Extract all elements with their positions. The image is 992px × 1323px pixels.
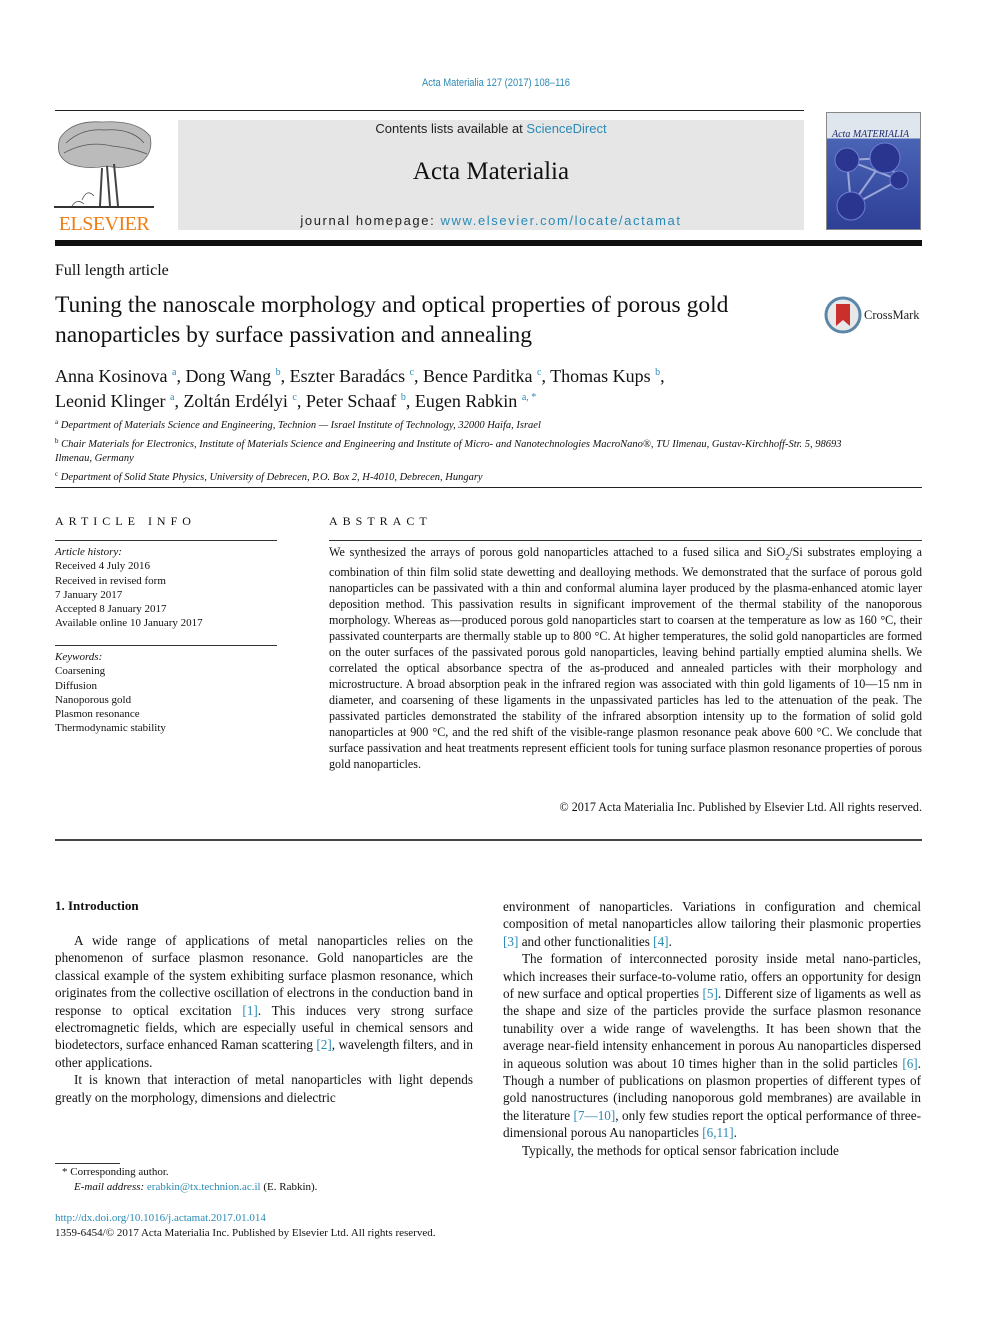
affiliations: a Department of Materials Science and En…	[55, 415, 875, 485]
history-item: Accepted 8 January 2017	[55, 603, 167, 616]
abstract-copyright: © 2017 Acta Materialia Inc. Published by…	[559, 800, 922, 814]
author[interactable]: Eugen Rabkin a, *	[415, 391, 536, 411]
elsevier-tree-icon	[54, 121, 154, 208]
journal-banner: Contents lists available at ScienceDirec…	[178, 120, 804, 230]
divider	[55, 839, 922, 841]
citation-link[interactable]: [1]	[242, 1003, 257, 1018]
author[interactable]: Thomas Kups b	[550, 366, 660, 386]
affiliation-b: b Chair Materials for Electronics, Insti…	[55, 436, 842, 465]
author[interactable]: Anna Kosinova a	[55, 366, 176, 386]
affiliation-a: a Department of Materials Science and En…	[55, 418, 541, 431]
footnote-rule	[55, 1163, 120, 1164]
keywords-label: Keywords:	[55, 651, 103, 663]
history-item: Available online 10 January 2017	[55, 617, 203, 630]
elsevier-wordmark: ELSEVIER	[58, 213, 150, 235]
citation-link[interactable]: [5]	[703, 986, 718, 1001]
history-item: Received 4 July 2016	[55, 560, 151, 573]
citation-link[interactable]: [7—10]	[574, 1108, 616, 1123]
keyword: Plasmon resonance	[55, 708, 140, 721]
body-column-left: A wide range of applications of metal na…	[55, 932, 473, 1106]
author[interactable]: Leonid Klinger a	[55, 391, 174, 411]
history-item: Received in revised form	[55, 574, 166, 587]
divider	[55, 487, 922, 488]
journal-reference-link[interactable]: Acta Materialia 127 (2017) 108–116	[74, 77, 917, 89]
keyword: Thermodynamic stability	[55, 722, 166, 735]
keyword: Coarsening	[55, 665, 106, 678]
citation-link[interactable]: [6]	[902, 1056, 917, 1071]
doi-block: http://dx.doi.org/10.1016/j.actamat.2017…	[55, 1211, 525, 1241]
citation-link[interactable]: [6,11]	[702, 1125, 733, 1140]
abstract-heading: ABSTRACT	[329, 514, 432, 528]
article-info-heading: ARTICLE INFO	[55, 514, 196, 528]
divider	[329, 540, 922, 541]
history-label: Article history:	[55, 546, 122, 558]
author[interactable]: Eszter Baradács c	[290, 366, 414, 386]
keywords: Keywords: Coarsening Diffusion Nanoporou…	[55, 650, 277, 736]
paragraph: It is known that interaction of metal na…	[55, 1072, 473, 1105]
abstract-text: We synthesized the arrays of porous gold…	[329, 545, 922, 771]
elsevier-logo[interactable]: ELSEVIER	[52, 118, 156, 236]
journal-cover-thumbnail[interactable]: Acta MATERIALIA	[826, 112, 921, 230]
article-title: Tuning the nanoscale morphology and opti…	[55, 292, 729, 348]
citation-link[interactable]: [4]	[653, 934, 668, 949]
author[interactable]: Dong Wang b	[185, 366, 280, 386]
crossmark-button[interactable]: CrossMark	[824, 296, 934, 336]
email-label: E-mail address:	[74, 1181, 147, 1193]
contents-prefix: Contents lists available at	[375, 121, 527, 136]
header-top-rule	[55, 110, 804, 111]
author[interactable]: Peter Schaaf b	[306, 391, 406, 411]
article-history: Article history: Received 4 July 2016 Re…	[55, 545, 277, 631]
body-column-right: environment of nanoparticles. Variations…	[503, 898, 921, 1159]
issn-line: 1359-6454/© 2017 Acta Materialia Inc. Pu…	[55, 1227, 436, 1239]
divider	[55, 645, 277, 646]
divider	[55, 540, 277, 541]
corresponding-author-label: * Corresponding author.	[62, 1166, 169, 1178]
crossmark-icon	[824, 296, 862, 334]
paragraph: Typically, the methods for optical senso…	[522, 1142, 839, 1158]
cover-molecule-icon	[834, 142, 909, 221]
doi-link[interactable]: http://dx.doi.org/10.1016/j.actamat.2017…	[55, 1212, 266, 1224]
affiliation-c: c Department of Solid State Physics, Uni…	[55, 469, 483, 483]
corresponding-author-footnote: * Corresponding author. E-mail address: …	[62, 1165, 492, 1195]
paragraph: environment of nanoparticles. Variations…	[503, 899, 921, 949]
history-item: 7 January 2017	[55, 588, 123, 601]
journal-homepage-link[interactable]: www.elsevier.com/locate/actamat	[441, 213, 682, 228]
email-link[interactable]: erabkin@tx.technion.ac.il	[147, 1181, 261, 1193]
keyword: Diffusion	[55, 679, 97, 692]
keyword: Nanoporous gold	[55, 693, 132, 706]
author[interactable]: Zoltán Erdélyi c	[183, 391, 296, 411]
author-list: Anna Kosinova a, Dong Wang b, Eszter Bar…	[55, 366, 665, 411]
author[interactable]: Bence Parditka c	[423, 366, 541, 386]
crossmark-label: CrossMark	[864, 308, 920, 322]
article-type: Full length article	[55, 262, 169, 279]
contents-line: Contents lists available at ScienceDirec…	[178, 120, 804, 138]
journal-name: Acta Materialia	[412, 158, 570, 185]
paragraph: A wide range of applications of metal na…	[55, 933, 473, 1070]
header-thick-rule	[55, 240, 922, 246]
homepage-line: journal homepage: www.elsevier.com/locat…	[178, 213, 804, 228]
sciencedirect-link[interactable]: ScienceDirect	[526, 121, 606, 136]
citation-link[interactable]: [2]	[316, 1037, 331, 1052]
paragraph: The formation of interconnected porosity…	[503, 951, 921, 1141]
homepage-prefix: journal homepage:	[300, 213, 441, 228]
citation-link[interactable]: [3]	[503, 934, 518, 949]
section-heading-introduction: 1. Introduction	[55, 898, 139, 913]
